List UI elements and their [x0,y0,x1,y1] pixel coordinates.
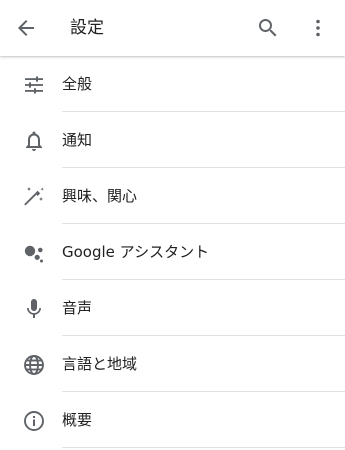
search-button[interactable] [248,8,288,48]
settings-item-label: 言語と地域 [62,355,138,373]
settings-item-notifications[interactable]: 通知 [0,112,345,168]
back-button[interactable] [6,8,46,48]
assistant-icon [22,241,46,265]
search-icon [256,16,280,40]
divider [62,447,345,448]
app-bar: 設定 [0,0,345,56]
settings-item-general[interactable]: 全般 [0,56,345,112]
settings-item-label: 通知 [62,131,93,149]
settings-item-label: Google アシスタント [62,243,210,261]
globe-icon [22,353,46,377]
bell-icon [22,129,46,153]
settings-item-label: 興味、関心 [62,187,138,205]
settings-item-label: 音声 [62,299,93,317]
arrow-back-icon [14,16,38,40]
settings-item-interests[interactable]: 興味、関心 [0,168,345,224]
settings-item-about[interactable]: 概要 [0,392,345,448]
tune-icon [22,73,46,97]
settings-item-google-assistant[interactable]: Google アシスタント [0,224,345,280]
settings-list: 全般 通知 興味、関心 Google アシスタント 音声 言語と地域 概要 [0,56,345,448]
settings-item-language-region[interactable]: 言語と地域 [0,336,345,392]
page-title: 設定 [70,18,104,38]
info-icon [22,409,46,433]
more-options-button[interactable] [298,8,338,48]
more-vert-icon [306,16,330,40]
settings-screen: 設定 全般 通知 興味、関心 Google アシスタント 音声 言語と地域 概要 [0,0,345,450]
settings-item-label: 概要 [62,411,93,429]
settings-item-voice[interactable]: 音声 [0,280,345,336]
mic-icon [22,297,46,321]
settings-item-label: 全般 [62,75,93,93]
magic-wand-icon [22,185,46,209]
